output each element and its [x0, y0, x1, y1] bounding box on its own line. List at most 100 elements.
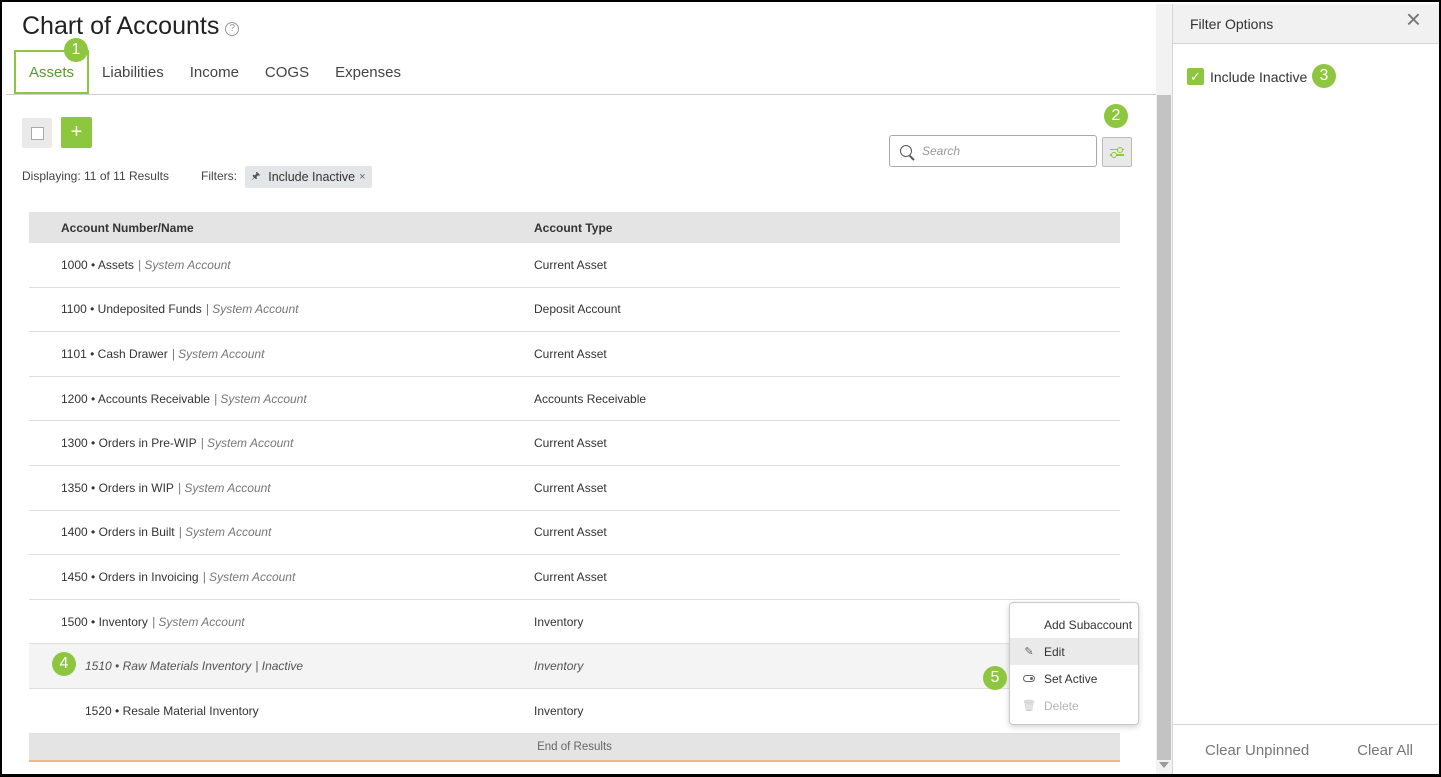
end-of-results: End of Results: [29, 733, 1120, 762]
table-header: Account Number/Name Account Type: [29, 212, 1120, 243]
table-row[interactable]: 1100 • Undeposited Funds | System Account…: [29, 288, 1120, 333]
row-context-menu: Add Subaccount ✎ Edit Set Active 🗑 Delet…: [1009, 602, 1139, 725]
account-meta: | Inactive: [255, 659, 304, 674]
account-type: Inventory: [534, 659, 584, 674]
toggle-icon: [1022, 675, 1036, 682]
account-meta: | System Account: [213, 391, 307, 406]
account-name: 1500 • Inventory | System Account: [61, 615, 245, 629]
table-row[interactable]: 1500 • Inventory | System Account Invento…: [29, 600, 1120, 645]
search-placeholder: Search: [922, 144, 961, 158]
scroll-thumb[interactable]: [1157, 95, 1171, 760]
menu-item-label: Delete: [1044, 698, 1079, 713]
account-number-name: 1300 • Orders in Pre-WIP: [61, 436, 197, 451]
account-type: Current Asset: [534, 569, 607, 584]
menu-item-delete: 🗑 Delete: [1010, 692, 1138, 719]
account-number-name: 1200 • Accounts Receivable: [61, 391, 210, 406]
table-row[interactable]: 1101 • Cash Drawer | System Account Curre…: [29, 332, 1120, 377]
toggle-shape: [1023, 675, 1035, 682]
header-account-type[interactable]: Account Type: [534, 221, 612, 235]
pin-icon: 🖈: [251, 170, 261, 182]
account-name: 1350 • Orders in WIP | System Account: [61, 481, 271, 495]
clear-all-button[interactable]: Clear All: [1357, 742, 1413, 759]
filter-chip-label: Include Inactive: [268, 170, 356, 184]
table-row[interactable]: 1200 • Accounts Receivable | System Accou…: [29, 377, 1120, 422]
table-row[interactable]: 1450 • Orders in Invoicing | System Accou…: [29, 555, 1120, 600]
account-number-name: 1400 • Orders in Built: [61, 525, 175, 540]
checkbox-checked-icon[interactable]: ✓: [1187, 68, 1204, 85]
checkbox-box: [30, 126, 44, 140]
tab-liabilities[interactable]: Liabilities: [89, 50, 177, 94]
account-type: Current Asset: [534, 436, 607, 451]
menu-item-add-subaccount[interactable]: Add Subaccount: [1010, 611, 1138, 638]
scroll-down-arrow-icon[interactable]: [1159, 762, 1169, 768]
account-name: 1520 • Resale Material Inventory: [85, 704, 263, 718]
table-row[interactable]: 1520 • Resale Material Inventory Invento…: [29, 689, 1120, 734]
account-number-name: 1510 • Raw Materials Inventory: [85, 659, 252, 674]
help-icon[interactable]: ?: [225, 21, 240, 36]
close-icon[interactable]: ×: [1406, 6, 1421, 32]
account-number-name: 1101 • Cash Drawer: [61, 346, 168, 361]
accounts-table: Account Number/Name Account Type 1000 • …: [29, 212, 1120, 762]
table-row[interactable]: 1400 • Orders in Built | System Account C…: [29, 511, 1120, 556]
close-icon[interactable]: ×: [359, 171, 365, 183]
account-type: Deposit Account: [534, 302, 621, 317]
main-content: Chart of Accounts ? Assets Liabilities I…: [4, 4, 1156, 774]
header-account-name[interactable]: Account Number/Name: [61, 221, 194, 235]
trash-icon: 🗑: [1022, 700, 1036, 712]
filter-options-button[interactable]: [1102, 137, 1132, 167]
account-number-name: 1000 • Assets: [61, 257, 134, 272]
account-meta: | System Account: [151, 614, 245, 629]
account-type: Inventory: [534, 703, 584, 718]
filters-label: Filters:: [201, 169, 237, 183]
account-type: Current Asset: [534, 480, 607, 495]
account-name: 1450 • Orders in Invoicing | System Accou…: [61, 570, 295, 584]
app-frame: Chart of Accounts ? Assets Liabilities I…: [0, 0, 1441, 777]
account-name: 1510 • Raw Materials Inventory | Inactive: [85, 659, 303, 673]
panel-header: Filter Options ×: [1173, 4, 1439, 44]
account-name: 1100 • Undeposited Funds | System Account: [61, 302, 298, 316]
add-account-button[interactable]: +: [61, 117, 92, 148]
include-inactive-option[interactable]: ✓ Include Inactive: [1187, 68, 1307, 85]
step-badge-3: 3: [1312, 64, 1336, 88]
account-name: 1400 • Orders in Built | System Account: [61, 525, 271, 539]
account-meta: | System Account: [178, 525, 272, 540]
account-number-name: 1500 • Inventory: [61, 614, 148, 629]
account-type: Accounts Receivable: [534, 391, 647, 406]
tab-cogs[interactable]: COGS: [252, 50, 322, 94]
step-badge-5: 5: [983, 666, 1007, 690]
include-inactive-label: Include Inactive: [1210, 68, 1308, 85]
account-type: Inventory: [534, 614, 584, 629]
clear-unpinned-button[interactable]: Clear Unpinned: [1205, 742, 1309, 759]
table-row-inactive[interactable]: 1510 • Raw Materials Inventory | Inactive…: [29, 644, 1120, 689]
page-title: Chart of Accounts: [22, 12, 220, 40]
menu-item-label: Set Active: [1044, 671, 1098, 686]
scrollbar[interactable]: [1156, 4, 1172, 774]
panel-footer: Clear Unpinned Clear All: [1173, 724, 1439, 774]
menu-item-edit[interactable]: ✎ Edit: [1010, 638, 1138, 665]
menu-item-set-active[interactable]: Set Active: [1010, 665, 1138, 692]
sliders-icon: [1110, 147, 1124, 152]
menu-item-label: Edit: [1044, 644, 1065, 659]
table-row[interactable]: 1000 • Assets | System Account Current As…: [29, 243, 1120, 288]
account-name: 1101 • Cash Drawer | System Account: [61, 347, 264, 361]
search-icon: [900, 145, 912, 157]
pencil-icon: ✎: [1024, 646, 1034, 658]
menu-item-label: Add Subaccount: [1044, 617, 1133, 632]
account-name: 1300 • Orders in Pre-WIP | System Account: [61, 436, 293, 450]
search-input[interactable]: Search: [889, 135, 1097, 167]
tab-expenses[interactable]: Expenses: [322, 50, 414, 94]
panel-title: Filter Options: [1190, 15, 1274, 32]
filter-options-panel: Filter Options × ✓ Include Inactive Clea…: [1172, 4, 1439, 774]
account-number-name: 1100 • Undeposited Funds: [61, 302, 202, 317]
account-meta: | System Account: [205, 302, 299, 317]
account-meta: | System Account: [171, 346, 265, 361]
account-number-name: 1520 • Resale Material Inventory: [85, 703, 259, 718]
table-row[interactable]: 1300 • Orders in Pre-WIP | System Account…: [29, 421, 1120, 466]
account-name: 1200 • Accounts Receivable | System Accou…: [61, 392, 307, 406]
step-badge-1: 1: [64, 38, 88, 62]
filter-chip-include-inactive[interactable]: 🖈 Include Inactive ×: [245, 166, 372, 188]
tab-income[interactable]: Income: [177, 50, 252, 94]
select-all-checkbox[interactable]: [22, 118, 52, 148]
account-type: Current Asset: [534, 346, 607, 361]
table-row[interactable]: 1350 • Orders in WIP | System Account Cur…: [29, 466, 1120, 511]
